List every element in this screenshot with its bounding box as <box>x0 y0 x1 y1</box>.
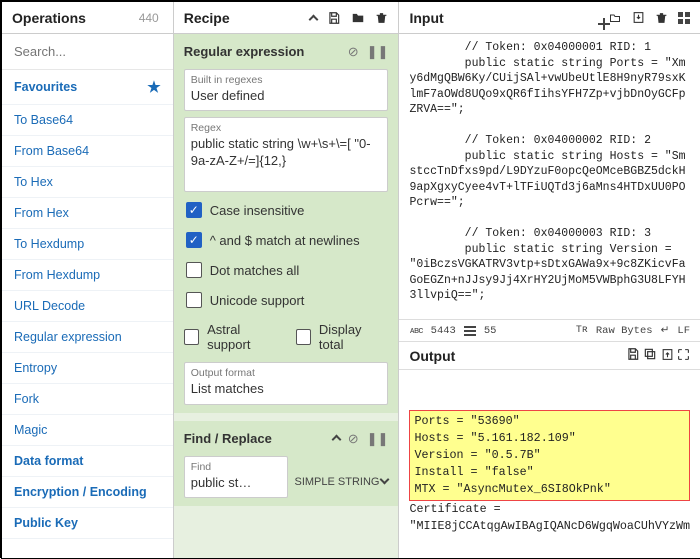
op-item[interactable]: To Hexdump <box>2 229 173 260</box>
output-text[interactable]: Ports = "53690" Hosts = "5.161.182.109" … <box>399 370 700 558</box>
checkbox-icon <box>186 202 202 218</box>
folder-icon[interactable] <box>351 11 365 25</box>
find-mode-select[interactable]: SIMPLE STRING <box>294 456 388 498</box>
recipe-block-find-replace: Find / Replace ⊘ ❚❚ Find public st… SIMP… <box>174 421 399 506</box>
lines-icon <box>464 330 476 332</box>
operations-title: Operations <box>12 10 139 26</box>
checkbox-multiline[interactable]: ^ and $ match at newlines <box>184 228 389 252</box>
star-icon: ★ <box>147 78 160 96</box>
chars-label: ᴀʙᴄ <box>409 326 422 336</box>
recipe-title: Recipe <box>184 10 311 26</box>
save-output-icon[interactable] <box>626 347 640 361</box>
op-item[interactable]: To Hex <box>2 167 173 198</box>
checkbox-icon <box>186 262 202 278</box>
tile-view-icon[interactable] <box>678 12 690 24</box>
input-text[interactable]: // Token: 0x04000001 RID: 1 public stati… <box>399 34 700 319</box>
op-section[interactable]: Data format <box>2 446 173 477</box>
line-count: 55 <box>484 325 497 337</box>
output-format-field[interactable]: Output format List matches <box>184 362 389 404</box>
op-item[interactable]: Fork <box>2 384 173 415</box>
search-input[interactable] <box>10 38 165 65</box>
op-item[interactable]: Magic <box>2 415 173 446</box>
recipe-block-regex: Regular expression ⊘ ❚❚ Built in regexes… <box>174 34 399 413</box>
encoding-label[interactable]: Raw Bytes <box>596 325 653 337</box>
checkbox-icon <box>186 232 202 248</box>
disable-icon[interactable]: ⊘ <box>348 45 359 58</box>
input-stats: ᴀʙᴄ 5443 55 Tʀ Raw Bytes ↵ LF <box>399 319 700 342</box>
checkbox-case-insensitive[interactable]: Case insensitive <box>184 198 389 222</box>
op-item[interactable]: To Base64 <box>2 105 173 136</box>
block-title: Find / Replace <box>184 431 272 446</box>
pause-icon[interactable]: ❚❚ <box>367 432 389 445</box>
checkbox-astral[interactable]: Astral support <box>184 318 286 356</box>
open-file-icon[interactable] <box>632 11 645 24</box>
op-item[interactable]: Regular expression <box>2 322 173 353</box>
regex-textarea[interactable]: public static string \w+\s+\=[ "0-9a-zA-… <box>191 136 382 182</box>
op-item[interactable]: URL Decode <box>2 291 173 322</box>
checkbox-icon <box>184 329 199 345</box>
clear-input-icon[interactable] <box>655 11 668 25</box>
builtin-regex-field[interactable]: Built in regexes User defined <box>184 69 389 111</box>
input-title: Input <box>409 10 598 26</box>
output-to-input-icon[interactable] <box>661 348 674 361</box>
operations-header: Operations 440 <box>2 2 173 34</box>
regex-field[interactable]: Regex public static string \w+\s+\=[ "0-… <box>184 117 389 192</box>
collapse-icon[interactable] <box>310 11 317 25</box>
checkbox-icon <box>296 329 311 345</box>
chevron-down-icon <box>381 476 388 488</box>
op-item[interactable]: From Hexdump <box>2 260 173 291</box>
checkbox-display-total[interactable]: Display total <box>296 318 389 356</box>
operations-count: 440 <box>139 11 159 25</box>
save-icon[interactable] <box>327 11 341 25</box>
output-title: Output <box>409 348 455 364</box>
trash-icon[interactable] <box>375 11 388 25</box>
open-folder-icon[interactable] <box>608 12 622 24</box>
checkbox-icon <box>186 292 202 308</box>
char-count: 5443 <box>431 325 456 337</box>
collapse-icon[interactable] <box>333 432 340 445</box>
output-rest: Certificate = "MIIE8jCCAtqgAwIBAgIQANcD6… <box>409 502 690 533</box>
eol-label[interactable]: LF <box>677 325 690 337</box>
op-item[interactable]: From Hex <box>2 198 173 229</box>
favourites-section[interactable]: Favourites ★ <box>2 70 173 105</box>
fullscreen-icon[interactable] <box>677 348 690 361</box>
op-section[interactable]: Encryption / Encoding <box>2 477 173 508</box>
pause-icon[interactable]: ❚❚ <box>367 45 389 58</box>
disable-icon[interactable]: ⊘ <box>348 432 359 445</box>
checkbox-unicode[interactable]: Unicode support <box>184 288 389 312</box>
recipe-header: Recipe <box>174 2 399 34</box>
block-title: Regular expression <box>184 44 305 59</box>
copy-output-icon[interactable] <box>643 347 657 361</box>
checkbox-dot-all[interactable]: Dot matches all <box>184 258 389 282</box>
find-field[interactable]: Find public st… <box>184 456 289 498</box>
input-header: Input <box>399 2 700 34</box>
op-section[interactable]: Public Key <box>2 508 173 539</box>
output-highlight: Ports = "53690" Hosts = "5.161.182.109" … <box>409 410 690 501</box>
output-header: Output <box>399 342 700 370</box>
op-item[interactable]: Entropy <box>2 353 173 384</box>
op-item[interactable]: From Base64 <box>2 136 173 167</box>
